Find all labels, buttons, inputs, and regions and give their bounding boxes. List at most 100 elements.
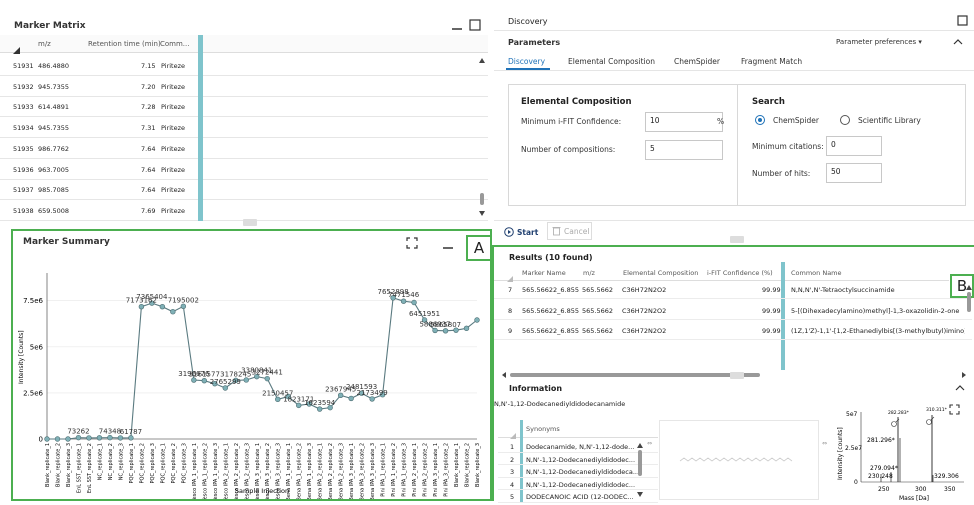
tab-discovery[interactable]: Discovery <box>508 57 545 66</box>
results-col-conf[interactable]: i-FIT Confidence (%) <box>707 269 773 277</box>
start-button[interactable]: Start <box>504 225 538 239</box>
row-mz: 963.7005 <box>38 165 70 174</box>
structure-drag-handle[interactable]: ⇔ <box>647 440 655 448</box>
table-row[interactable]: 51932 945.7355 7.20 Piriteze <box>0 77 488 97</box>
col-mz-header[interactable]: m/z <box>38 40 51 48</box>
table-row[interactable]: 8 565.56622_6.855 565.5662 C36H72N2O2 99.99 5… <box>494 303 972 320</box>
data-point <box>369 396 375 402</box>
x-tick-label: Pini IPA_2_replicate_1 <box>412 443 418 497</box>
data-point <box>138 303 145 310</box>
table-row[interactable]: 51934 945.7355 7.31 Piriteze <box>0 118 488 139</box>
parameter-preferences-dropdown[interactable]: Parameter preferences ▾ <box>836 38 922 46</box>
list-item[interactable]: 1 Dodecanamide, N,N'-1,12-dode... <box>498 440 658 453</box>
results-col-mz[interactable]: m/z <box>583 269 595 277</box>
tab-chemspider[interactable]: ChemSpider <box>674 57 720 66</box>
maximize-icon[interactable] <box>468 18 482 32</box>
row-marker-name: 565.56622_6.855 <box>522 286 580 294</box>
splitter-handle[interactable] <box>243 219 257 226</box>
row-mz: 614.4891 <box>38 103 70 112</box>
table-row[interactable]: 51938 659.5008 7.69 Piriteze <box>0 201 488 221</box>
column-divider <box>198 35 203 53</box>
row-id: 51938 <box>13 206 34 215</box>
splitter-handle[interactable] <box>730 372 744 379</box>
list-item[interactable]: 4 N,N'-1,12-Dodecanediyldidodec... <box>498 478 658 491</box>
min-citations-label: Minimum citations: <box>752 142 824 151</box>
matrix-scrollbar[interactable] <box>478 53 486 221</box>
min-ifit-input[interactable]: 10 <box>645 112 723 132</box>
list-item[interactable]: 3 N,N'-1,12-Dodecanediyldidodeca... <box>498 465 658 478</box>
min-citations-input[interactable]: 0 <box>826 136 882 156</box>
x-tick-label: Blank_replicate_3 <box>66 443 72 487</box>
table-row[interactable]: 51937 985.7085 7.64 Piriteze <box>0 180 488 201</box>
chemspider-radio[interactable] <box>755 115 765 125</box>
compound-name: N,N'-1,12-Dodecanediyldidodecanamide <box>494 400 626 408</box>
row-comment: Piriteze <box>161 103 186 112</box>
x-tick-label: PQC_replicate_3 <box>181 443 187 483</box>
results-header-row: Marker Name m/z Elemental Composition i-… <box>494 262 949 282</box>
results-vscroll[interactable] <box>966 282 972 342</box>
col-comment-header[interactable]: Comm... <box>160 40 189 48</box>
spectrum-xtick-3: 350 <box>944 486 956 493</box>
x-tick-label: NC_replicate_2 <box>108 443 114 480</box>
spectrum-peak-label: 230.248 <box>868 473 893 480</box>
list-item[interactable]: 2 N,N'-1,12-Dodecanediyldidodec... <box>498 453 658 466</box>
results-col-comp[interactable]: Elemental Composition <box>623 269 698 277</box>
splitter-handle[interactable] <box>730 236 744 243</box>
row-comment: Piriteze <box>161 165 186 174</box>
table-row[interactable]: 51931 486.4880 7.15 Piriteze <box>0 56 488 76</box>
data-point <box>474 317 480 323</box>
molecule-icon[interactable] <box>926 416 935 425</box>
results-hscroll[interactable] <box>500 364 968 378</box>
list-item[interactable]: 5 DODECANOIC ACID (12-DODEC... <box>498 490 658 503</box>
x-tick-label: Pini IPA_1_replicate_2 <box>391 443 397 497</box>
results-col-name[interactable]: Marker Name <box>522 269 566 277</box>
minimize-icon[interactable] <box>450 18 464 32</box>
table-row[interactable]: 9 565.56622_6.855 565.5662 C36H72N2O2 99.99 (… <box>494 323 972 340</box>
x-tick-label: Blank_replicate_1 <box>45 443 51 487</box>
collapse-icon[interactable] <box>954 382 966 394</box>
caret-down-icon: ▾ <box>918 38 922 46</box>
marker-summary-panel: Marker Summary A 0 2.5e6 5e6 7.5e6 Intensity… <box>11 229 492 501</box>
data-point <box>201 377 208 384</box>
data-point <box>222 385 228 391</box>
tab-fragment-match[interactable]: Fragment Match <box>741 57 802 66</box>
collapse-icon[interactable] <box>952 36 964 48</box>
row-id: 51937 <box>13 186 34 195</box>
parameters-title: Parameters <box>508 38 561 47</box>
data-point <box>159 303 166 310</box>
spectrum-ytick-3: 0 <box>854 479 858 486</box>
row-composition: C36H72N2O2 <box>622 306 667 315</box>
table-row[interactable]: 51936 963.7005 7.64 Piriteze <box>0 160 488 180</box>
synonyms-vscroll[interactable] <box>636 440 644 500</box>
num-comp-input[interactable]: 5 <box>645 140 723 160</box>
marker-summary-chart: 0 2.5e6 5e6 7.5e6 Intensity [Counts] Blank_re… <box>18 273 481 499</box>
results-col-common[interactable]: Common Name <box>791 269 842 277</box>
cancel-button[interactable]: Cancel <box>547 222 592 240</box>
row-id: 51935 <box>13 144 34 153</box>
num-hits-input[interactable]: 50 <box>826 163 882 183</box>
x-tick-label: Blank_replicate_1 <box>454 443 460 487</box>
spectrum-drag-handle[interactable]: ⇔ <box>822 440 830 448</box>
data-point <box>75 434 82 441</box>
data-point <box>316 406 323 412</box>
radio-dot <box>758 118 762 122</box>
x-tick-label: NC_replicate_3 <box>118 443 124 480</box>
x-tick-label: Bena IPA_3_replicate_1 <box>349 443 355 499</box>
row-common-name: 5-[(Dihexadecylamino)methyl]-1,3-oxazoli… <box>791 306 960 315</box>
expand-icon[interactable] <box>405 236 419 250</box>
minimize-icon[interactable] <box>441 237 455 251</box>
table-row[interactable]: 51933 614.4891 7.28 Piriteze <box>0 97 488 118</box>
x-tick-label: Pini IPA_2_replicate_2 <box>423 443 429 497</box>
table-row[interactable]: 51935 986.7762 7.64 Piriteze <box>0 139 488 159</box>
row-marker-name: 565.56622_6.855 <box>522 306 580 315</box>
synonyms-header-label[interactable]: Synonyms <box>526 425 560 433</box>
maximize-icon[interactable] <box>956 14 968 26</box>
x-tick-label: Blank_replicate_2 <box>55 443 61 487</box>
tab-elemental-composition[interactable]: Elemental Composition <box>568 57 655 66</box>
row-common-name: N,N,N',N'-Tetraoctylsuccinamide <box>791 286 895 294</box>
row-id: 51936 <box>13 165 34 174</box>
start-label: Start <box>517 227 539 237</box>
table-row[interactable]: 7 565.56622_6.855 565.5662 C36H72N2O2 99.99 N… <box>494 282 972 299</box>
col-rt-header[interactable]: Retention time (min) <box>88 40 161 48</box>
scientific-radio[interactable] <box>840 115 850 125</box>
